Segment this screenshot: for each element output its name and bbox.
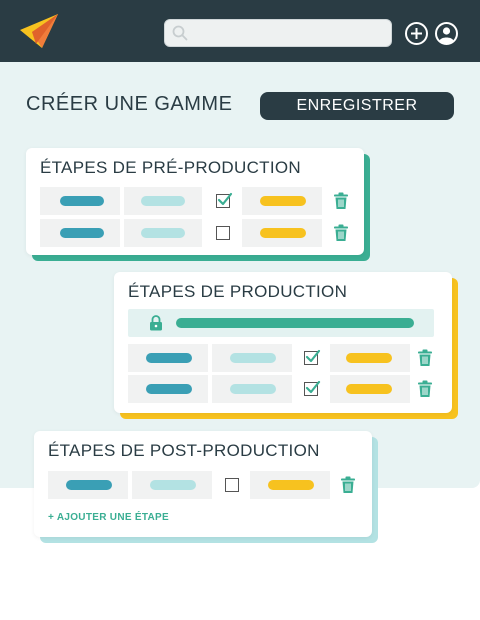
step-checkbox[interactable] — [304, 380, 321, 396]
pre-production-title: ÉTAPES DE PRÉ-PRODUCTION — [40, 158, 301, 177]
checkbox-check-icon — [305, 349, 321, 363]
checkbox-check-icon — [217, 192, 233, 206]
step-detail-field[interactable] — [212, 344, 292, 372]
step-value-field[interactable] — [250, 471, 330, 499]
search-bar[interactable] — [164, 19, 392, 47]
step-value-field[interactable] — [242, 187, 322, 215]
add-step-link[interactable]: + AJOUTER UNE ÉTAPE — [48, 512, 169, 523]
step-checkbox[interactable] — [225, 478, 239, 492]
search-input[interactable] — [193, 22, 387, 46]
user-avatar-icon[interactable] — [434, 21, 459, 46]
save-button[interactable]: ENREGISTRER — [260, 92, 454, 120]
step-detail-field[interactable] — [124, 219, 202, 247]
step-detail-field[interactable] — [124, 187, 202, 215]
add-circle-icon[interactable] — [404, 21, 429, 46]
step-checkbox[interactable] — [216, 226, 230, 240]
step-name-field[interactable] — [48, 471, 128, 499]
top-bar — [0, 0, 480, 62]
step-value-field[interactable] — [330, 344, 410, 372]
step-name-field[interactable] — [128, 344, 208, 372]
trash-icon[interactable] — [333, 192, 349, 210]
paper-plane-logo-icon — [20, 14, 58, 48]
trash-icon[interactable] — [340, 476, 356, 494]
step-name-field[interactable] — [40, 219, 120, 247]
step-value-field[interactable] — [330, 375, 410, 403]
checkbox-check-icon — [305, 380, 321, 394]
page-title: CRÉER UNE GAMME — [26, 93, 233, 115]
step-detail-field[interactable] — [132, 471, 212, 499]
step-detail-field[interactable] — [212, 375, 292, 403]
search-icon — [172, 25, 188, 41]
step-name-field[interactable] — [40, 187, 120, 215]
trash-icon[interactable] — [417, 349, 433, 367]
step-checkbox[interactable] — [304, 349, 321, 365]
post-production-title: ÉTAPES DE POST-PRODUCTION — [48, 441, 320, 460]
trash-icon[interactable] — [417, 380, 433, 398]
locked-step-row — [128, 309, 434, 337]
trash-icon[interactable] — [333, 224, 349, 242]
step-value-field[interactable] — [242, 219, 322, 247]
step-checkbox[interactable] — [216, 192, 233, 208]
lock-icon — [150, 315, 162, 331]
locked-step-progress — [176, 318, 414, 328]
step-name-field[interactable] — [128, 375, 208, 403]
production-title: ÉTAPES DE PRODUCTION — [128, 282, 348, 301]
